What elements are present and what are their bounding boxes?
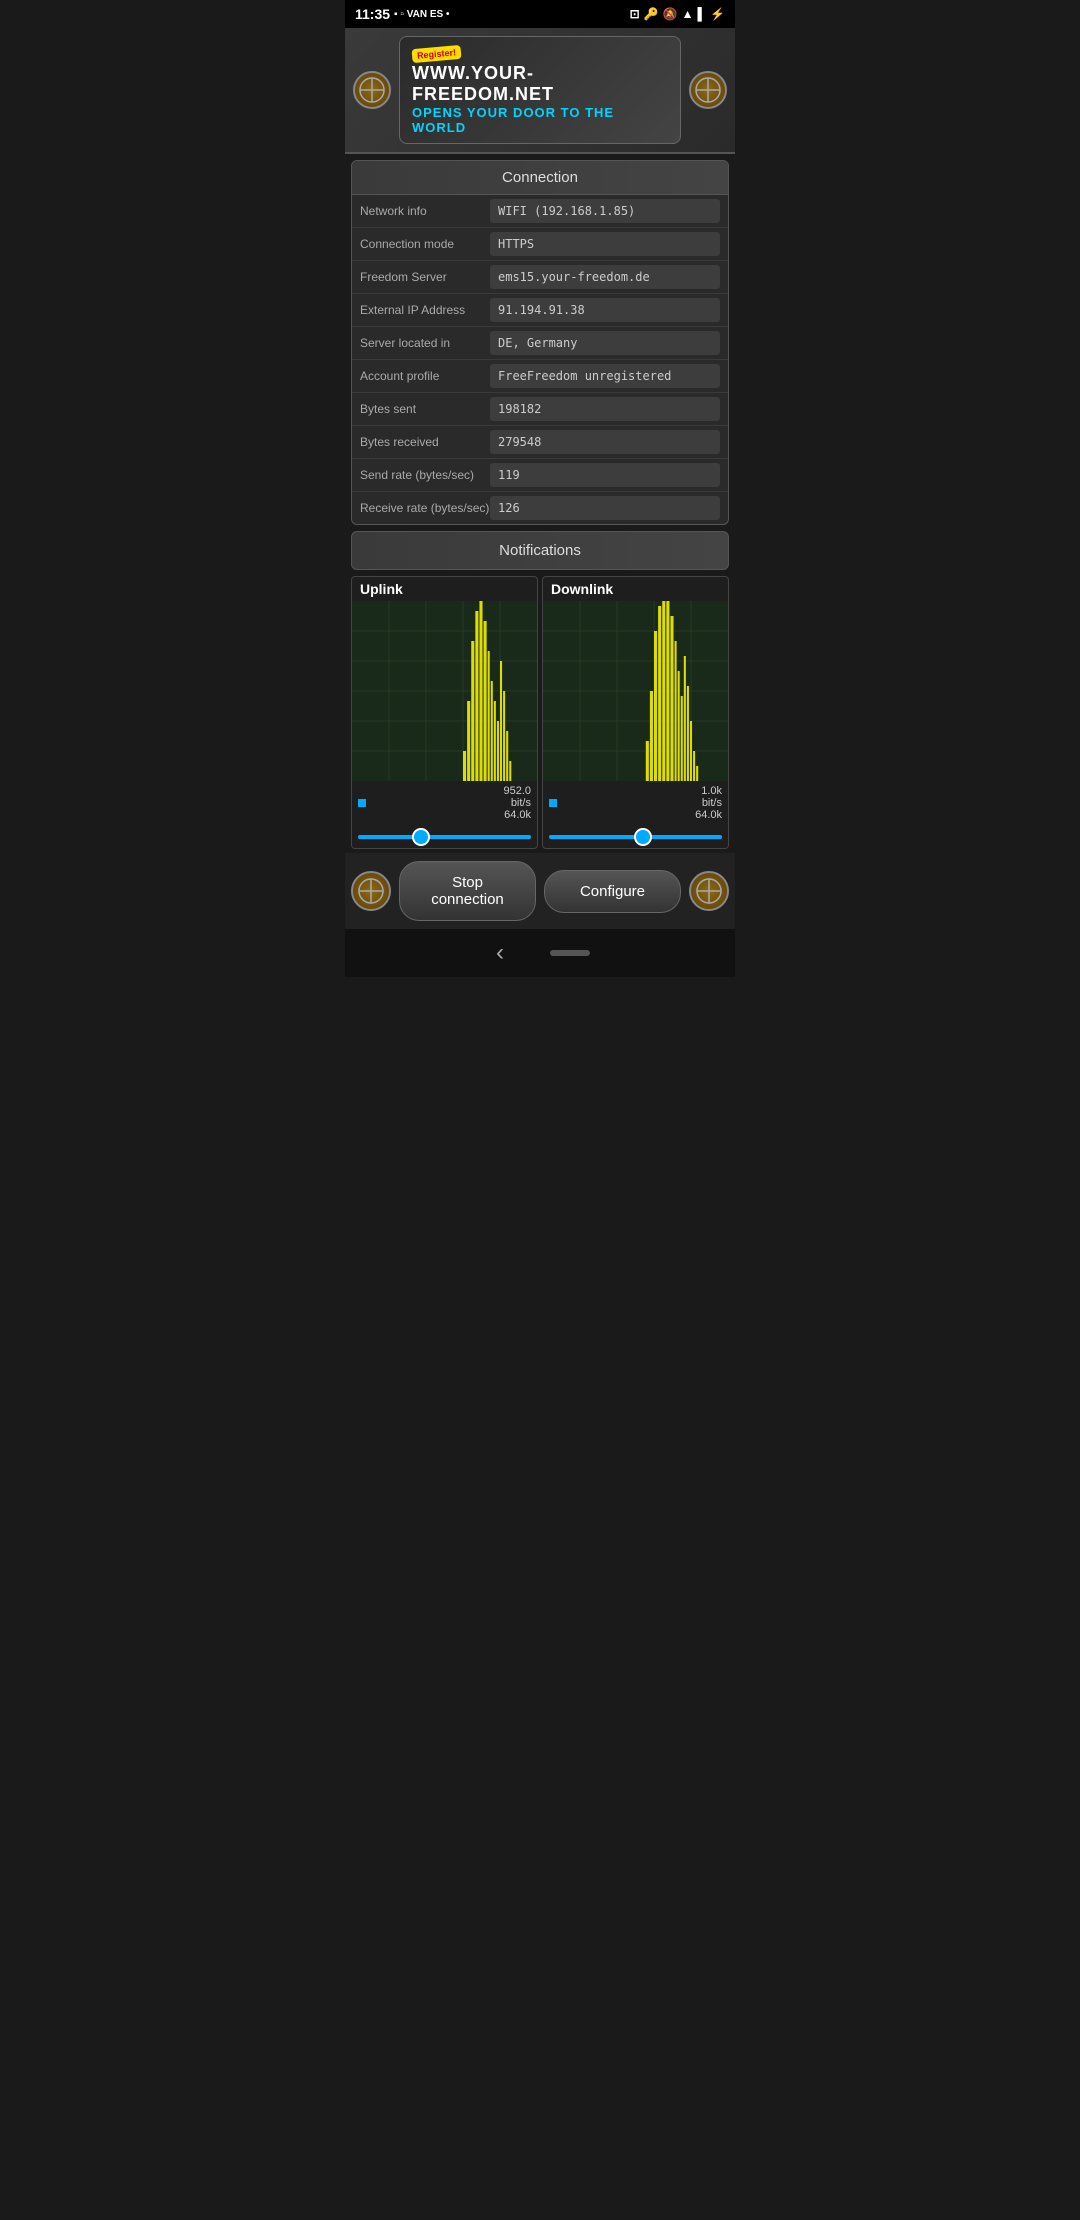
value-bytes-sent: 198182 [490,397,720,421]
status-left: 11:35 ▪ ▫ VAN ES • [355,6,449,22]
row-external-ip: External IP Address 91.194.91.38 [352,294,728,327]
key-icon: 🔑 [644,7,659,21]
connection-section: Connection Network info WIFI (192.168.1.… [351,160,729,525]
stop-connection-button[interactable]: Stop connection [399,861,536,921]
wifi-icon: ▲ [682,7,694,21]
downlink-canvas [543,601,728,781]
uplink-slider[interactable] [358,835,531,839]
charts-area: Uplink [351,576,729,849]
label-network-info: Network info [360,204,490,218]
label-bytes-received: Bytes received [360,435,490,449]
notifications-header: Notifications [351,531,729,570]
downlink-title: Downlink [543,577,728,601]
banner-center: Register! WWW.YOUR-FREEDOM.NET OPENS YOU… [399,36,681,144]
row-freedom-server: Freedom Server ems15.your-freedom.de [352,261,728,294]
label-send-rate: Send rate (bytes/sec) [360,468,490,482]
status-bar: 11:35 ▪ ▫ VAN ES • ⊡ 🔑 🔕 ▲ ▌ ⚡ [345,0,735,28]
banner-subtitle: OPENS YOUR DOOR TO THE WORLD [412,105,668,135]
row-bytes-sent: Bytes sent 198182 [352,393,728,426]
value-bytes-received: 279548 [490,430,720,454]
time: 11:35 [355,6,390,22]
battery-icon: ⚡ [710,7,725,21]
uplink-slider-container[interactable] [352,825,537,848]
bottom-bar: Stop connection Configure [345,853,735,929]
row-account-profile: Account profile FreeFreedom unregistered [352,360,728,393]
crosshair-right [689,71,727,109]
signal-icon: ▌ [698,7,707,21]
downlink-info: 1.0k bit/s 64.0k [543,781,728,825]
banner: Register! WWW.YOUR-FREEDOM.NET OPENS YOU… [345,28,735,154]
crosshair-btn-right[interactable] [689,871,729,911]
value-connection-mode: HTTPS [490,232,720,256]
value-send-rate: 119 [490,463,720,487]
value-server-location: DE, Germany [490,331,720,355]
uplink-chart: Uplink [351,576,538,849]
row-server-location: Server located in DE, Germany [352,327,728,360]
value-external-ip: 91.194.91.38 [490,298,720,322]
label-account-profile: Account profile [360,369,490,383]
label-freedom-server: Freedom Server [360,270,490,284]
uplink-dot [358,799,366,807]
status-right: ⊡ 🔑 🔕 ▲ ▌ ⚡ [630,7,725,21]
register-badge[interactable]: Register! [411,45,461,63]
downlink-slider[interactable] [549,835,722,839]
status-icons: ▪ ▫ VAN ES • [394,9,449,20]
uplink-value: 952.0 bit/s 64.0k [503,785,531,821]
row-bytes-received: Bytes received 279548 [352,426,728,459]
bell-off-icon: 🔕 [663,7,678,21]
row-send-rate: Send rate (bytes/sec) 119 [352,459,728,492]
downlink-slider-container[interactable] [543,825,728,848]
banner-title: WWW.YOUR-FREEDOM.NET [412,63,668,105]
label-server-location: Server located in [360,336,490,350]
value-network-info: WIFI (192.168.1.85) [490,199,720,223]
uplink-title: Uplink [352,577,537,601]
downlink-dot [549,799,557,807]
downlink-chart: Downlink [542,576,729,849]
crosshair-left [353,71,391,109]
uplink-info: 952.0 bit/s 64.0k [352,781,537,825]
home-indicator[interactable] [550,950,590,956]
value-freedom-server: ems15.your-freedom.de [490,265,720,289]
row-network-info: Network info WIFI (192.168.1.85) [352,195,728,228]
label-receive-rate: Receive rate (bytes/sec) [360,501,490,515]
label-external-ip: External IP Address [360,303,490,317]
crosshair-btn-left[interactable] [351,871,391,911]
row-connection-mode: Connection mode HTTPS [352,228,728,261]
configure-button[interactable]: Configure [544,870,681,913]
cast-icon: ⊡ [630,7,640,21]
connection-header: Connection [352,161,728,195]
value-receive-rate: 126 [490,496,720,520]
value-account-profile: FreeFreedom unregistered [490,364,720,388]
label-connection-mode: Connection mode [360,237,490,251]
row-receive-rate: Receive rate (bytes/sec) 126 [352,492,728,524]
back-button[interactable]: ‹ [490,933,510,973]
nav-bar: ‹ [345,929,735,977]
uplink-canvas [352,601,537,781]
downlink-value: 1.0k bit/s 64.0k [695,785,722,821]
label-bytes-sent: Bytes sent [360,402,490,416]
